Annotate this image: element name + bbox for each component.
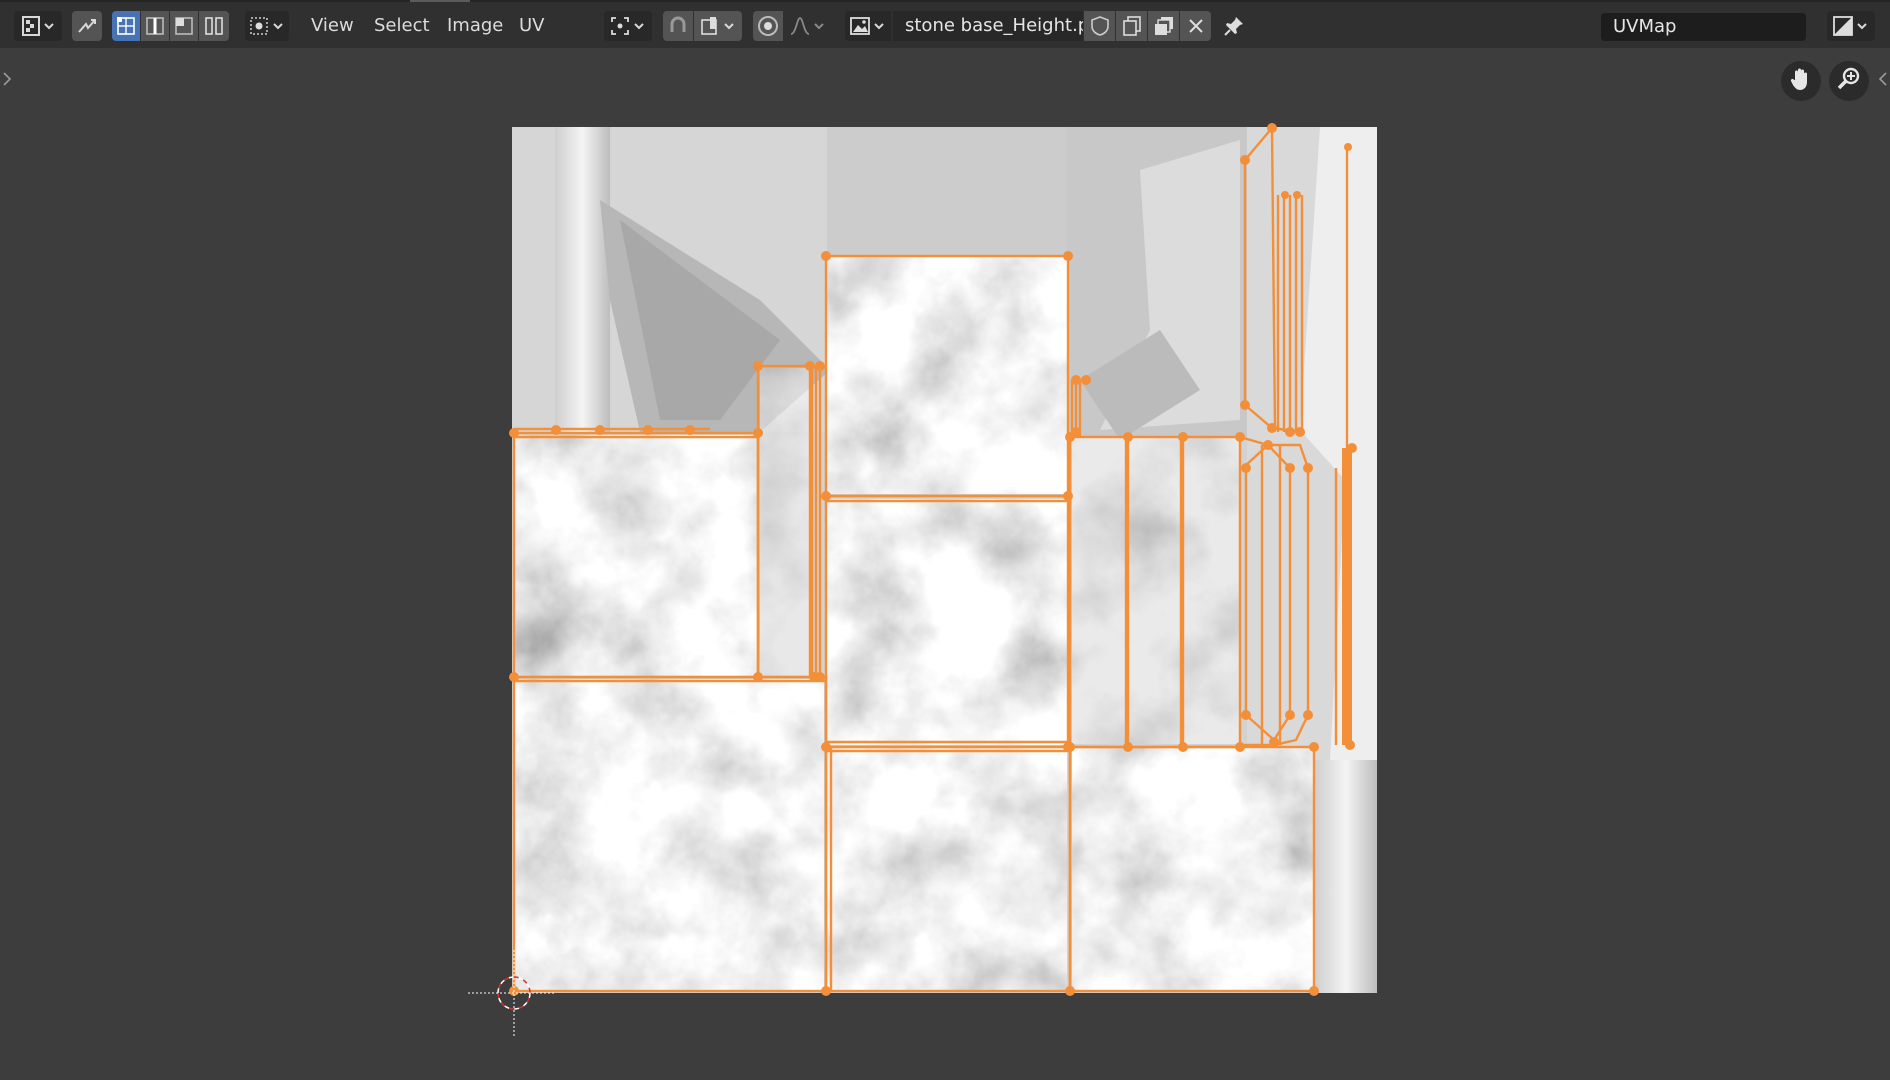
uv-vertex[interactable] bbox=[753, 361, 763, 371]
uv-vertex[interactable] bbox=[551, 425, 561, 435]
uv-vertex[interactable] bbox=[821, 491, 831, 501]
uv-vertex[interactable] bbox=[1235, 742, 1245, 752]
uv-vertex[interactable] bbox=[1240, 155, 1250, 165]
uv-vertex[interactable] bbox=[1178, 742, 1188, 752]
sidebar-expand-arrow[interactable] bbox=[1878, 70, 1888, 92]
uv-vertex[interactable] bbox=[1267, 423, 1277, 433]
uv-vertex[interactable] bbox=[1309, 986, 1319, 996]
uv-vertex[interactable] bbox=[1347, 443, 1357, 453]
uv-vertex[interactable] bbox=[509, 672, 519, 682]
pan-hand-icon bbox=[1788, 66, 1814, 96]
uv-vertex[interactable] bbox=[1281, 191, 1289, 199]
uv-vertex[interactable] bbox=[753, 672, 763, 682]
uv-vertex[interactable] bbox=[1285, 710, 1295, 720]
uv-vertex[interactable] bbox=[1303, 463, 1313, 473]
uv-vertex[interactable] bbox=[1344, 143, 1352, 151]
toolbar-expand-arrow[interactable] bbox=[2, 70, 12, 92]
uv-vertex[interactable] bbox=[1240, 400, 1250, 410]
uv-vertex[interactable] bbox=[643, 425, 653, 435]
uv-vertex[interactable] bbox=[1293, 191, 1301, 199]
zoom-icon bbox=[1836, 66, 1862, 96]
uv-vertex[interactable] bbox=[1303, 710, 1313, 720]
uv-vertex[interactable] bbox=[753, 428, 763, 438]
uv-vertex[interactable] bbox=[509, 428, 519, 438]
uv-vertex[interactable] bbox=[1178, 432, 1188, 442]
uv-vertex[interactable] bbox=[1063, 491, 1073, 501]
uv-vertex[interactable] bbox=[1065, 742, 1075, 752]
uv-vertex[interactable] bbox=[1295, 427, 1305, 437]
uv-vertex[interactable] bbox=[1285, 427, 1295, 437]
uv-vertex[interactable] bbox=[1263, 440, 1273, 450]
uv-vertex[interactable] bbox=[1269, 737, 1279, 747]
uv-vertex[interactable] bbox=[1071, 427, 1081, 437]
uv-vertex[interactable] bbox=[1241, 463, 1251, 473]
uv-vertex[interactable] bbox=[685, 425, 695, 435]
uv-vertex[interactable] bbox=[1241, 710, 1251, 720]
uv-vertex[interactable] bbox=[1063, 251, 1073, 261]
uv-vertex[interactable] bbox=[1309, 742, 1319, 752]
uv-vertex[interactable] bbox=[821, 986, 831, 996]
uv-vertex[interactable] bbox=[1065, 986, 1075, 996]
uv-image-canvas[interactable] bbox=[0, 0, 1890, 1080]
uv-vertex[interactable] bbox=[1235, 432, 1245, 442]
uv-vertex[interactable] bbox=[1081, 375, 1091, 385]
zoom-view-button[interactable] bbox=[1829, 61, 1869, 101]
uv-vertex[interactable] bbox=[821, 742, 831, 752]
uv-vertex[interactable] bbox=[815, 361, 825, 371]
uv-vertex[interactable] bbox=[1285, 463, 1295, 473]
uv-vertex[interactable] bbox=[1123, 432, 1133, 442]
uv-vertex[interactable] bbox=[815, 672, 825, 682]
uv-vertex[interactable] bbox=[1123, 742, 1133, 752]
uv-vertex[interactable] bbox=[1071, 375, 1081, 385]
uv-vertex[interactable] bbox=[595, 425, 605, 435]
uv-vertex[interactable] bbox=[1345, 740, 1355, 750]
uv-vertex[interactable] bbox=[821, 251, 831, 261]
uv-vertex[interactable] bbox=[1267, 123, 1277, 133]
uv-vertex[interactable] bbox=[805, 361, 815, 371]
pan-view-button[interactable] bbox=[1781, 61, 1821, 101]
uv-dense-edge-strip[interactable] bbox=[1342, 448, 1352, 745]
